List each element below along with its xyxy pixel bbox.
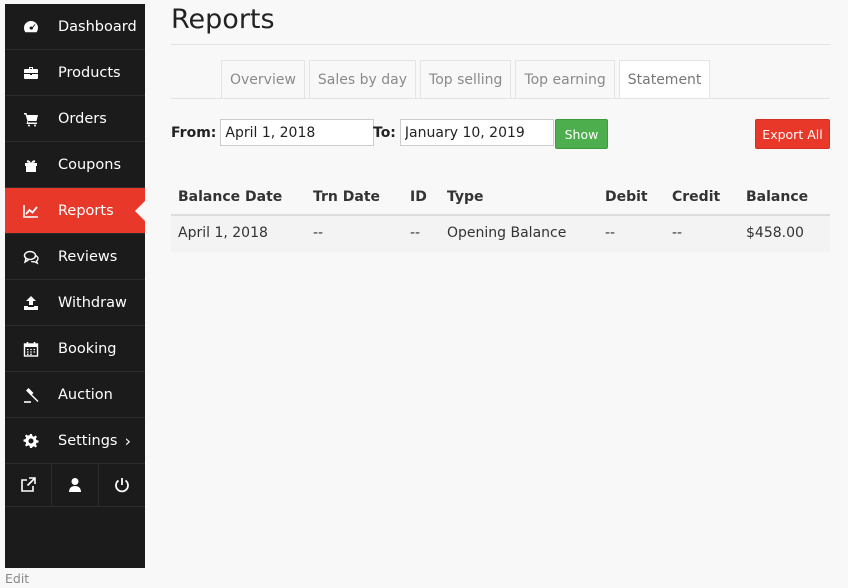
sidebar-item-auction[interactable]: Auction	[5, 372, 145, 418]
sidebar-item-settings[interactable]: Settings ›	[5, 418, 145, 464]
dashboard-icon	[22, 18, 40, 36]
briefcase-icon	[22, 64, 40, 82]
cell-balance-date: April 1, 2018	[178, 225, 268, 241]
col-id: ID	[410, 189, 427, 205]
page-title: Reports	[171, 4, 275, 35]
sidebar-item-label: Reviews	[58, 248, 118, 265]
title-divider	[171, 44, 830, 45]
tab-sales-by-day[interactable]: Sales by day	[308, 60, 417, 98]
sidebar-item-label: Coupons	[58, 156, 122, 173]
gavel-icon	[22, 386, 40, 404]
sidebar-item-label: Booking	[58, 340, 117, 357]
power-icon	[115, 478, 129, 493]
cell-balance: $458.00	[746, 225, 804, 241]
table-header: Balance Date Trn Date ID Type Debit Cred…	[171, 178, 830, 216]
col-type: Type	[447, 189, 484, 205]
show-button[interactable]: Show	[555, 119, 608, 149]
sidebar-item-withdraw[interactable]: Withdraw	[5, 280, 145, 326]
statement-table: Balance Date Trn Date ID Type Debit Cred…	[171, 178, 830, 252]
gear-icon	[22, 432, 40, 450]
cart-icon	[22, 110, 40, 128]
calendar-icon	[22, 340, 40, 358]
tab-statement[interactable]: Statement	[618, 60, 711, 98]
sidebar-item-reports[interactable]: Reports	[5, 188, 145, 234]
table-row: April 1, 2018 -- -- Opening Balance -- -…	[171, 216, 830, 252]
line-chart-icon	[22, 202, 40, 220]
to-date-input[interactable]	[399, 119, 554, 146]
cell-type: Opening Balance	[447, 225, 567, 241]
sidebar-item-products[interactable]: Products	[5, 50, 145, 96]
sidebar-item-booking[interactable]: Booking	[5, 326, 145, 372]
sidebar-item-coupons[interactable]: Coupons	[5, 142, 145, 188]
col-trn-date: Trn Date	[313, 189, 381, 205]
sidebar-item-reviews[interactable]: Reviews	[5, 234, 145, 280]
from-label: From:	[171, 124, 217, 141]
gift-icon	[22, 156, 40, 174]
cell-id: --	[410, 225, 421, 241]
external-link-button[interactable]	[5, 464, 52, 506]
cell-trn-date: --	[313, 225, 324, 241]
sidebar-item-label: Reports	[58, 202, 114, 219]
sidebar-item-label: Withdraw	[58, 294, 127, 311]
export-all-button[interactable]: Export All	[755, 119, 830, 149]
col-balance: Balance	[746, 189, 809, 205]
sidebar-item-dashboard[interactable]: Dashboard	[5, 4, 145, 50]
sidebar-item-orders[interactable]: Orders	[5, 96, 145, 142]
logout-button[interactable]	[99, 464, 145, 506]
comments-icon	[22, 248, 40, 266]
col-credit: Credit	[672, 189, 721, 205]
cell-debit: --	[605, 225, 616, 241]
from-filter: From:	[171, 119, 375, 146]
external-link-icon	[21, 477, 36, 492]
chevron-right-icon: ›	[124, 431, 131, 450]
sidebar-item-label: Auction	[58, 386, 113, 403]
sidebar-item-label: Orders	[58, 110, 107, 127]
col-balance-date: Balance Date	[178, 189, 283, 205]
sidebar-footer	[5, 464, 145, 507]
report-tabs: Overview Sales by day Top selling Top ea…	[221, 60, 714, 98]
tab-overview[interactable]: Overview	[221, 60, 305, 98]
tab-top-selling[interactable]: Top selling	[420, 60, 512, 98]
to-filter: To:	[373, 119, 554, 146]
to-label: To:	[373, 124, 396, 141]
sidebar-item-label: Dashboard	[58, 18, 137, 35]
col-debit: Debit	[605, 189, 648, 205]
user-profile-button[interactable]	[52, 464, 99, 506]
tabs-divider	[171, 98, 830, 99]
from-date-input[interactable]	[220, 119, 375, 146]
sidebar-item-label: Products	[58, 64, 121, 81]
tab-top-earning[interactable]: Top earning	[515, 60, 615, 98]
sidebar-item-label: Settings	[58, 432, 118, 449]
edit-link[interactable]: Edit	[5, 571, 29, 586]
user-icon	[69, 478, 81, 492]
cell-credit: --	[672, 225, 683, 241]
sidebar: Dashboard Products Orders Coupons Report…	[5, 4, 145, 568]
upload-icon	[22, 294, 40, 312]
